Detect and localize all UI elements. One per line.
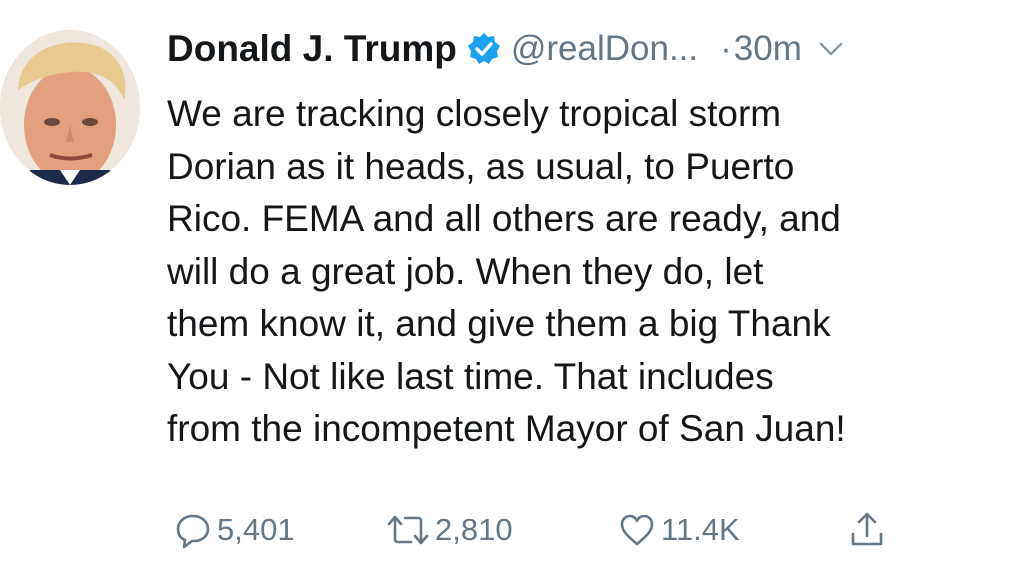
reply-icon	[173, 510, 213, 550]
tweet-text-line: You - Not like last time. That includes	[167, 355, 774, 397]
tweet-text-line: them know it, and give them a big Thank	[167, 303, 831, 344]
retweet-icon	[385, 510, 431, 550]
heart-icon	[617, 510, 657, 550]
tweet-card: Donald J. Trump @realDon... · 30m We are…	[0, 0, 1024, 575]
tweet-text-line: We are tracking closely tropical storm	[167, 93, 782, 134]
tweet-text-line: Rico. FEMA and all others are ready, and	[167, 198, 841, 239]
avatar[interactable]	[0, 30, 140, 185]
retweet-count: 2,810	[435, 512, 513, 547]
tweet-text-line: will do a great job. When they do, let	[167, 250, 764, 292]
author-handle[interactable]: @realDon...	[511, 29, 698, 69]
tweet-text-line: from the incompetent Mayor of San Juan!	[167, 408, 846, 449]
verified-badge-icon	[467, 32, 501, 66]
like-count: 11.4K	[661, 512, 740, 547]
tweet-timestamp[interactable]: 30m	[734, 29, 802, 69]
avatar-image	[0, 30, 140, 185]
reply-button[interactable]: 5,401	[173, 505, 295, 555]
tweet-text-line: Dorian as it heads, as usual, to Puerto	[167, 145, 795, 187]
tweet-text: We are tracking closely tropical storm D…	[167, 88, 1017, 456]
share-button[interactable]	[847, 505, 887, 555]
like-button[interactable]: 11.4K	[617, 505, 740, 555]
tweet-content: Donald J. Trump @realDon... · 30m We are…	[167, 18, 1017, 456]
retweet-button[interactable]: 2,810	[385, 505, 513, 555]
separator-dot: ·	[720, 29, 732, 68]
chevron-down-icon[interactable]	[816, 34, 846, 64]
tweet-header: Donald J. Trump @realDon... · 30m	[167, 18, 1017, 80]
tweet-actions: 5,401 2,810 11.4K	[167, 505, 927, 555]
share-icon	[847, 510, 887, 550]
author-name[interactable]: Donald J. Trump	[167, 28, 457, 70]
reply-count: 5,401	[217, 512, 295, 547]
